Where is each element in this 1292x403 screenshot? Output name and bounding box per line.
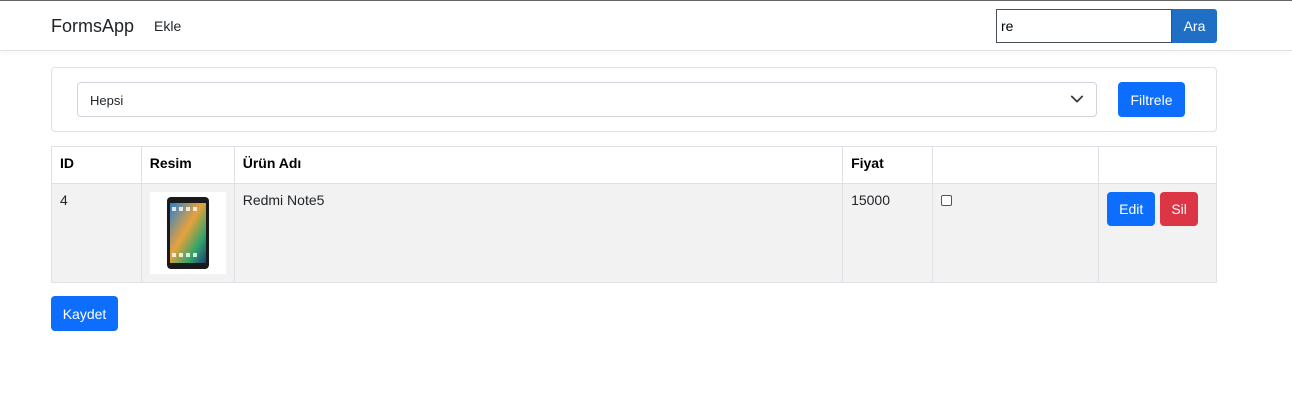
product-table: ID Resim Ürün Adı Fiyat 4 Redmi Note5 15… bbox=[51, 146, 1217, 283]
search-button[interactable]: Ara bbox=[1172, 9, 1217, 43]
header-select bbox=[931, 146, 1100, 184]
cell-actions: Edit Sil bbox=[1098, 183, 1217, 283]
header-price: Fiyat bbox=[842, 146, 933, 184]
row-checkbox[interactable] bbox=[940, 195, 952, 206]
table-row: 4 Redmi Note5 15000 Edit Sil bbox=[51, 183, 1217, 283]
cell-image bbox=[140, 183, 235, 283]
smartphone-icon bbox=[166, 197, 209, 269]
cell-product-name: Redmi Note5 bbox=[233, 183, 844, 283]
filter-card: Hepsi Filtrele bbox=[51, 67, 1217, 132]
navbar: FormsApp Ekle Ara bbox=[0, 1, 1292, 51]
header-image: Resim bbox=[140, 146, 235, 184]
nav-link-ekle[interactable]: Ekle bbox=[154, 18, 181, 34]
search-input[interactable] bbox=[996, 9, 1172, 43]
filter-button[interactable]: Filtrele bbox=[1118, 82, 1185, 117]
cell-select bbox=[931, 183, 1100, 283]
cell-id: 4 bbox=[51, 183, 142, 283]
header-id: ID bbox=[51, 146, 142, 184]
category-select[interactable]: Hepsi bbox=[77, 82, 1097, 117]
table-header-row: ID Resim Ürün Adı Fiyat bbox=[51, 146, 1217, 184]
edit-button[interactable]: Edit bbox=[1107, 192, 1156, 226]
brand-link[interactable]: FormsApp bbox=[51, 16, 134, 37]
cell-price: 15000 bbox=[842, 183, 933, 283]
header-product-name: Ürün Adı bbox=[233, 146, 844, 184]
chevron-down-icon bbox=[1070, 95, 1084, 103]
delete-button[interactable]: Sil bbox=[1160, 192, 1199, 226]
header-actions bbox=[1098, 146, 1217, 184]
save-button[interactable]: Kaydet bbox=[51, 296, 118, 331]
product-image bbox=[149, 192, 226, 274]
category-select-value: Hepsi bbox=[90, 93, 124, 108]
